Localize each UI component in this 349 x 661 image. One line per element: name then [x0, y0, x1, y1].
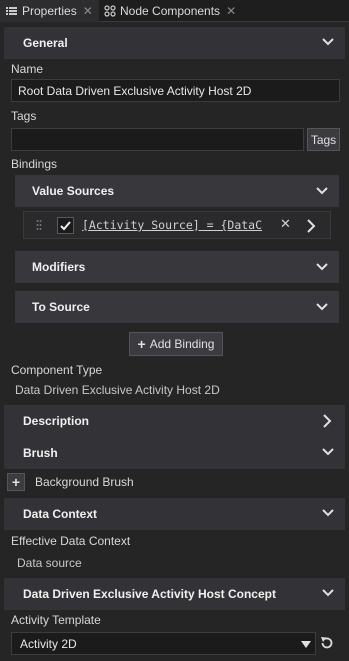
tags-button[interactable]: Tags [307, 128, 340, 151]
value-sources-title: Value Sources [32, 184, 115, 198]
section-data-context-title: Data Context [23, 507, 98, 521]
name-field[interactable]: Root Data Driven Exclusive Activity Host… [11, 79, 340, 102]
section-brush-header[interactable]: Brush [4, 437, 345, 469]
to-source-title: To Source [32, 300, 90, 314]
tags-label: Tags [11, 109, 37, 123]
list-icon [6, 6, 17, 16]
tab-node-components[interactable]: Node Components ✕ [101, 0, 251, 22]
chevron-down-icon [316, 187, 328, 195]
activity-template-select[interactable]: Activity 2D [11, 632, 316, 655]
section-concept-header[interactable]: Data Driven Exclusive Activity Host Conc… [4, 578, 345, 610]
section-data-context-header[interactable]: Data Context [4, 498, 345, 530]
to-source-header[interactable]: To Source [15, 291, 339, 323]
chevron-down-icon [322, 589, 334, 597]
plus-icon: + [11, 474, 21, 490]
section-general-title: General [23, 36, 68, 50]
effective-data-context-label: Effective Data Context [11, 534, 131, 548]
activity-template-label: Activity Template [11, 613, 101, 627]
drag-handle-icon[interactable] [36, 219, 42, 231]
remove-binding-icon[interactable]: ✕ [280, 216, 291, 232]
section-description-title: Description [23, 414, 90, 428]
section-general-header[interactable]: General [4, 27, 345, 59]
section-brush-title: Brush [23, 446, 58, 460]
add-binding-button[interactable]: + Add Binding [129, 332, 223, 356]
tab-bar: Properties ✕ Node Components ✕ [0, 0, 349, 22]
name-value: Root Data Driven Exclusive Activity Host… [18, 83, 252, 98]
checkmark-icon [60, 221, 71, 231]
components-icon [104, 5, 116, 17]
chevron-right-icon [323, 414, 332, 428]
chevron-down-icon [322, 448, 334, 456]
section-concept-title: Data Driven Exclusive Activity Host Conc… [23, 587, 276, 601]
reset-icon[interactable] [319, 635, 335, 651]
component-type-label: Component Type [11, 363, 103, 377]
tags-input[interactable] [11, 128, 304, 151]
activity-template-value: Activity 2D [20, 636, 77, 651]
close-icon[interactable]: ✕ [226, 4, 236, 18]
section-description-header[interactable]: Description [4, 405, 345, 437]
plus-icon: + [137, 336, 146, 352]
tab-node-components-label: Node Components [120, 4, 221, 18]
chevron-right-icon[interactable] [306, 219, 316, 233]
chevron-down-icon [316, 263, 328, 271]
tab-properties[interactable]: Properties ✕ [0, 0, 99, 22]
value-sources-header[interactable]: Value Sources [15, 175, 339, 207]
name-label: Name [11, 62, 44, 76]
dropdown-arrow-icon [301, 641, 311, 648]
modifiers-header[interactable]: Modifiers [15, 251, 339, 283]
tab-properties-label: Properties [22, 4, 77, 18]
chevron-down-icon [316, 303, 328, 311]
bindings-label: Bindings [11, 157, 58, 171]
binding-row: [Activity Source] = {DataC ✕ [23, 211, 331, 239]
add-background-brush-button[interactable]: + [7, 473, 25, 491]
component-type-value: Data Driven Exclusive Activity Host 2D [15, 383, 220, 397]
add-binding-label: Add Binding [149, 337, 215, 351]
binding-expression[interactable]: [Activity Source] = {DataC [82, 218, 266, 234]
chevron-down-icon [322, 38, 334, 46]
effective-data-context-value: Data source [17, 556, 82, 570]
modifiers-title: Modifiers [32, 260, 86, 274]
binding-enabled-checkbox[interactable] [57, 217, 74, 234]
background-brush-label: Background Brush [35, 475, 134, 489]
close-icon[interactable]: ✕ [83, 4, 93, 18]
chevron-down-icon [322, 509, 334, 517]
